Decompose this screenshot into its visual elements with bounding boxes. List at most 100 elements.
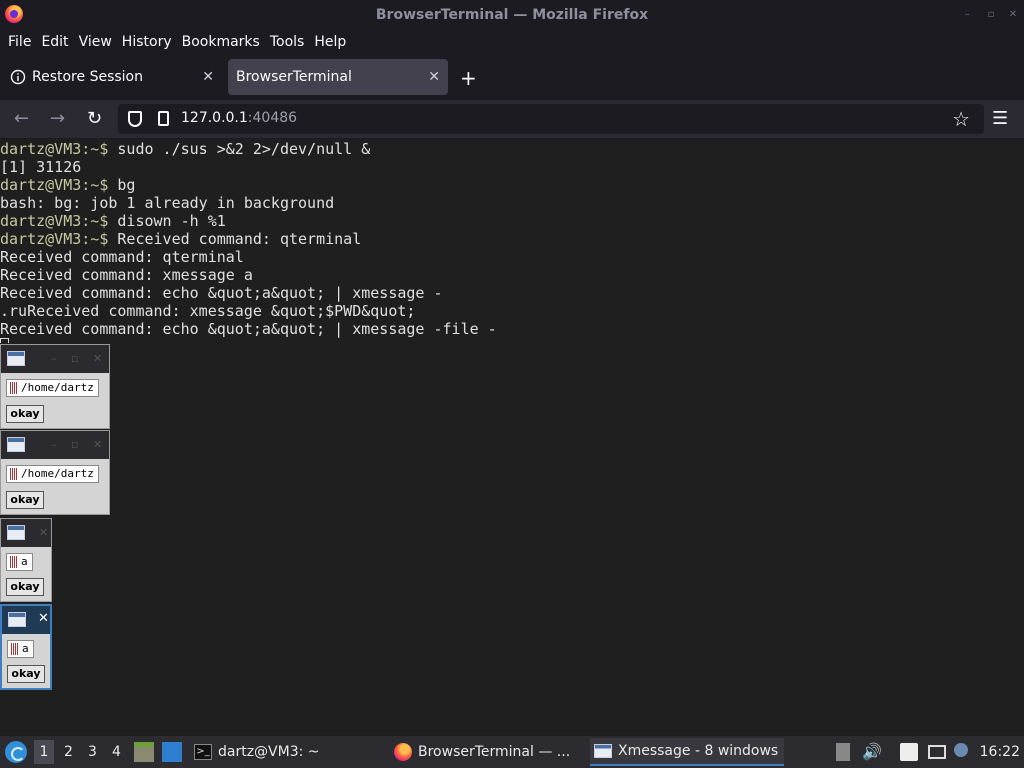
terminal-prompt: dartz@VM3:~$ xyxy=(0,176,109,194)
xmessage-window-active[interactable]: ✕ a okay xyxy=(0,604,52,690)
new-tab-button[interactable]: + xyxy=(460,66,477,90)
url-bar[interactable]: 127.0.0.1:40486 ☆ xyxy=(118,104,984,134)
okay-button[interactable]: okay xyxy=(6,491,44,509)
terminal-text: Received command: xmessage a xyxy=(0,266,253,284)
workspace-3[interactable]: 3 xyxy=(88,744,97,760)
shield-icon[interactable] xyxy=(128,111,142,127)
xmessage-text: a xyxy=(6,553,33,571)
tab-bar: Restore Session ✕ BrowserTerminal ✕ xyxy=(0,56,1024,98)
url-text[interactable]: 127.0.0.1:40486 xyxy=(181,110,297,126)
close-window-icon[interactable]: ✕ xyxy=(1006,8,1020,22)
close-icon[interactable]: ✕ xyxy=(38,611,49,626)
workspace-4[interactable]: 4 xyxy=(112,744,121,760)
forward-icon[interactable]: → xyxy=(50,108,65,129)
terminal-line: Received command: echo &quot;a&quot; | x… xyxy=(0,284,497,302)
task-label: Xmessage - 8 windows xyxy=(618,743,779,759)
minimize-icon[interactable]: – xyxy=(51,352,57,365)
info-icon xyxy=(10,69,26,85)
terminal-text: Received command: qterminal xyxy=(108,230,362,248)
maximize-icon[interactable]: ▫ xyxy=(984,8,998,22)
file-manager-icon[interactable] xyxy=(134,742,154,762)
close-icon[interactable]: ✕ xyxy=(93,352,102,365)
xmessage-window[interactable]: ✕ a okay xyxy=(0,518,52,602)
terminal-line: Received command: qterminal xyxy=(0,248,497,266)
xmessage-text: a xyxy=(7,640,34,658)
close-tab-icon[interactable]: ✕ xyxy=(428,69,440,85)
terminal-text: bg xyxy=(108,176,136,194)
close-icon[interactable]: ✕ xyxy=(93,438,102,451)
terminal-line: [1] 31126 xyxy=(0,158,497,176)
bookmark-star-icon[interactable]: ☆ xyxy=(952,107,970,131)
url-host: 127.0.0.1 xyxy=(181,110,248,126)
task-terminal[interactable]: >_ dartz@VM3: ~ xyxy=(194,738,374,766)
xmessage-window[interactable]: – ▫ ✕ /home/dartz okay xyxy=(0,344,110,429)
terminal-line: dartz@VM3:~$ disown -h %1 xyxy=(0,212,497,230)
xmessage-window[interactable]: – ▫ ✕ /home/dartz okay xyxy=(0,430,110,515)
terminal-line: dartz@VM3:~$ sudo ./sus >&2 2>/dev/null … xyxy=(0,140,497,158)
clock[interactable]: 16:22 xyxy=(980,744,1020,760)
terminal-line: dartz@VM3:~$ Received command: qterminal xyxy=(0,230,497,248)
okay-button[interactable]: okay xyxy=(6,405,44,423)
menu-file[interactable]: File xyxy=(4,34,35,50)
menu-bar: File Edit View History Bookmarks Tools H… xyxy=(0,30,1024,54)
xmessage-titlebar[interactable]: – ▫ ✕ xyxy=(1,431,109,459)
back-icon[interactable]: ← xyxy=(14,108,29,129)
terminal-area[interactable]: dartz@VM3:~$ sudo ./sus >&2 2>/dev/null … xyxy=(0,139,1024,735)
terminal-prompt: dartz@VM3:~$ xyxy=(0,212,109,230)
taskbar: 1 2 3 4 >_ dartz@VM3: ~ BrowserTerminal … xyxy=(0,736,1024,768)
workspace-2[interactable]: 2 xyxy=(64,744,73,760)
terminal-prompt: dartz@VM3:~$ xyxy=(0,230,109,248)
okay-button[interactable]: okay xyxy=(7,665,45,683)
app-menu-icon[interactable]: ☰ xyxy=(992,108,1008,129)
terminal-cursor xyxy=(0,338,9,343)
terminal-line: bash: bg: job 1 already in background xyxy=(0,194,497,212)
menu-view[interactable]: View xyxy=(75,34,116,50)
close-tab-icon[interactable]: ✕ xyxy=(202,69,214,85)
task-xmessage[interactable]: Xmessage - 8 windows xyxy=(590,738,784,766)
terminal-text: Received command: echo &quot;a&quot; | x… xyxy=(0,284,443,302)
xmessage-titlebar[interactable]: ✕ xyxy=(2,606,50,634)
menu-bookmarks[interactable]: Bookmarks xyxy=(178,34,264,50)
xmessage-text: /home/dartz xyxy=(6,465,99,483)
okay-button[interactable]: okay xyxy=(6,578,44,596)
update-notifier-icon[interactable] xyxy=(954,743,968,757)
volume-icon[interactable]: 🔊 xyxy=(862,742,882,761)
debian-menu-icon[interactable] xyxy=(5,741,27,763)
window-titlebar: BrowserTerminal — Mozilla Firefox – ▫ ✕ xyxy=(0,0,1024,30)
terminal-text: Received command: qterminal xyxy=(0,248,244,266)
terminal-line: .ruReceived command: xmessage &quot;$PWD… xyxy=(0,302,497,320)
navigation-bar: ← → ↻ 127.0.0.1:40486 ☆ xyxy=(0,100,1024,138)
terminal-text: bash: bg: job 1 already in background xyxy=(0,194,335,212)
firefox-icon xyxy=(394,743,412,761)
page-icon[interactable] xyxy=(158,111,169,126)
maximize-icon[interactable]: ▫ xyxy=(71,438,78,451)
network-icon[interactable] xyxy=(928,745,946,759)
xmessage-titlebar[interactable]: ✕ xyxy=(1,519,51,547)
window-title: BrowserTerminal — Mozilla Firefox xyxy=(375,7,649,23)
tab-restore-session[interactable]: Restore Session ✕ xyxy=(2,59,222,95)
terminal-line: Received command: echo &quot;a&quot; | x… xyxy=(0,320,497,338)
menu-edit[interactable]: Edit xyxy=(37,34,72,50)
menu-help[interactable]: Help xyxy=(310,34,350,50)
show-desktop-icon[interactable] xyxy=(162,742,182,762)
terminal-prompt: dartz@VM3:~$ xyxy=(0,140,109,158)
menu-history[interactable]: History xyxy=(118,34,176,50)
clipboard-icon[interactable] xyxy=(836,743,850,761)
workspace-1[interactable]: 1 xyxy=(34,740,54,764)
terminal-line: dartz@VM3:~$ bg xyxy=(0,176,497,194)
terminal-icon: >_ xyxy=(194,744,212,760)
xmessage-app-icon xyxy=(8,612,26,627)
minimize-icon[interactable]: – xyxy=(960,8,974,22)
reload-icon[interactable]: ↻ xyxy=(87,108,102,129)
xmessage-titlebar[interactable]: – ▫ ✕ xyxy=(1,345,109,373)
tab-browserterminal[interactable]: BrowserTerminal ✕ xyxy=(228,59,448,95)
xmessage-text: /home/dartz xyxy=(6,379,99,397)
task-firefox[interactable]: BrowserTerminal — ... xyxy=(394,738,584,766)
close-icon[interactable]: ✕ xyxy=(39,526,48,539)
minimize-icon[interactable]: – xyxy=(51,438,57,451)
task-label: dartz@VM3: ~ xyxy=(218,744,320,760)
terminal-text: [1] 31126 xyxy=(0,158,82,176)
notes-icon[interactable] xyxy=(900,743,918,761)
maximize-icon[interactable]: ▫ xyxy=(71,352,78,365)
menu-tools[interactable]: Tools xyxy=(266,34,309,50)
